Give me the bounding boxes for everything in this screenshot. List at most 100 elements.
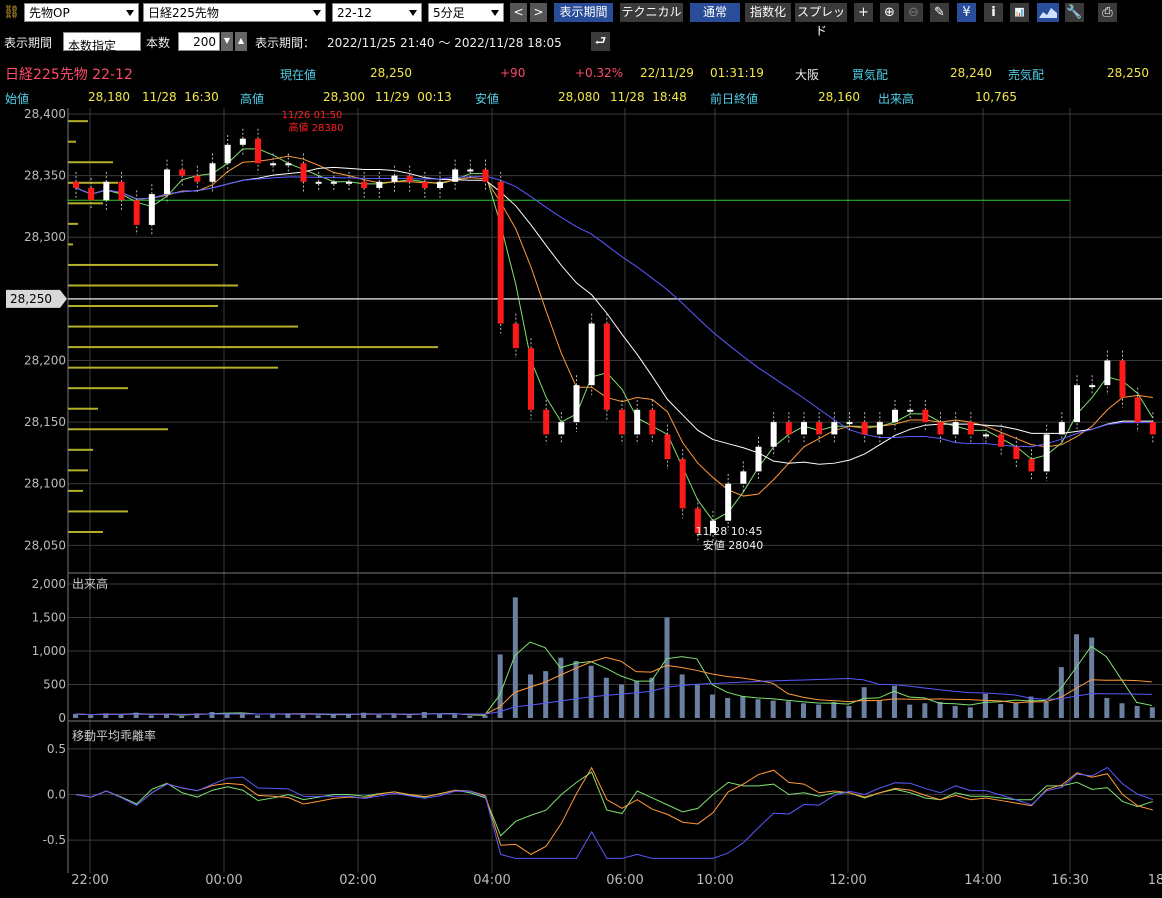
ma-line xyxy=(75,148,1154,522)
candle-body xyxy=(543,409,550,435)
spread-button[interactable]: スプレッド xyxy=(795,3,847,38)
volume-bars xyxy=(73,597,1155,718)
candle-body xyxy=(1013,446,1020,460)
profile-bar xyxy=(68,469,88,472)
my-indicator-icon[interactable]: 📊 xyxy=(1010,3,1029,22)
candle-body xyxy=(573,385,580,423)
interval-select[interactable]: 5分足 xyxy=(428,3,504,22)
time-tick-label: 04:00 xyxy=(473,873,510,888)
price-chart[interactable]: 28,400 28,350 28,300 28,200 28,150 28,100 28,0… xyxy=(0,108,1162,898)
volume-ma-line xyxy=(74,678,1152,716)
candle-body xyxy=(376,181,383,188)
volume-label: 出来高 xyxy=(878,92,915,106)
ask-label: 売気配 xyxy=(1008,68,1045,82)
link-icon[interactable]: ⛓ xyxy=(2,3,21,22)
volume-bar xyxy=(270,713,276,718)
info-icon[interactable]: i xyxy=(984,3,1003,22)
volume-bar xyxy=(816,704,822,718)
profile-bar xyxy=(68,448,93,451)
contract-select-value: 22-12 xyxy=(337,6,372,20)
index-button[interactable]: 指数化 xyxy=(745,3,791,22)
candle-body xyxy=(239,138,246,145)
candle-body xyxy=(740,471,747,484)
volume-bar xyxy=(725,697,731,718)
candle-body xyxy=(785,422,792,435)
period-row: 表示期間 本数指定 本数 200 ▼ ▲ 表示期間： 2022/11/25 21… xyxy=(0,30,1162,54)
technical-button[interactable]: テクニカル xyxy=(620,3,683,22)
period-label: 表示期間 xyxy=(4,36,53,50)
time-tick-label: 18 xyxy=(1148,873,1162,888)
volume-bar xyxy=(983,693,988,718)
moving-averages xyxy=(75,148,1154,522)
contract-select[interactable]: 22-12 xyxy=(332,3,422,22)
volume-bar xyxy=(315,715,321,718)
volume-bar xyxy=(649,677,655,718)
volume-bar xyxy=(876,700,882,718)
next-button[interactable]: > xyxy=(530,3,547,22)
profile-bar xyxy=(68,366,278,369)
volume-bar xyxy=(528,674,533,718)
period-range: 2022/11/25 21:40 〜 2022/11/28 18:05 xyxy=(327,36,562,50)
count-input[interactable]: 200 xyxy=(178,32,220,51)
low-time: 11/28 18:48 xyxy=(610,90,687,104)
volume-bar xyxy=(421,711,427,718)
price-tick-label: 28,200 xyxy=(24,353,66,367)
pencil-icon[interactable]: ✎ xyxy=(930,3,949,22)
volume-bar xyxy=(664,617,670,718)
settings-wrench-icon[interactable]: 🔧 xyxy=(1065,3,1084,22)
price-tick-label: 28,050 xyxy=(24,538,66,552)
open-label: 始値 xyxy=(5,92,30,106)
mode-select[interactable]: 本数指定 xyxy=(63,32,141,53)
count-up-icon[interactable]: ▲ xyxy=(235,32,247,51)
zoom-in-icon[interactable]: ⊕ xyxy=(880,3,899,22)
mode-select-value: 本数指定 xyxy=(68,39,117,53)
normal-button[interactable]: 通常 xyxy=(690,3,740,22)
candle-body xyxy=(861,422,868,435)
profile-bar xyxy=(68,407,98,410)
candle-body xyxy=(133,200,140,225)
reset-icon[interactable]: ⮐ xyxy=(591,32,610,51)
prev-button[interactable]: < xyxy=(510,3,527,22)
volume-bar xyxy=(437,713,442,718)
profile-bar xyxy=(68,284,238,287)
candle-body xyxy=(391,175,398,182)
candle-body xyxy=(816,422,823,435)
crosshair-icon[interactable]: + xyxy=(854,3,873,22)
change-pct: +0.32% xyxy=(575,66,624,80)
candle-body xyxy=(1074,385,1080,423)
volume-bar xyxy=(1104,697,1110,718)
time-tick-label: 16:30 xyxy=(1051,873,1088,888)
volume-bar xyxy=(118,714,124,718)
candle-body xyxy=(922,409,929,423)
profile-bar xyxy=(68,489,83,492)
market-select[interactable]: 先物OP xyxy=(24,3,139,22)
print-icon[interactable]: ⎙ xyxy=(1098,3,1117,22)
candle-body xyxy=(118,181,125,201)
yen-icon[interactable]: ¥ xyxy=(957,3,976,22)
profile-bar xyxy=(68,222,78,225)
time-tick-label: 06:00 xyxy=(606,873,643,888)
candle-body xyxy=(315,181,322,184)
quote-time: 01:31:19 xyxy=(710,66,764,80)
zoom-out-icon[interactable]: ⊖ xyxy=(904,3,923,22)
volume-bar xyxy=(209,711,215,718)
mountain-chart-icon[interactable] xyxy=(1037,3,1059,22)
candle-body xyxy=(452,169,459,182)
period-button[interactable]: 表示期間 xyxy=(554,3,613,22)
current-price-tag-label: 28,250 xyxy=(10,292,52,306)
candle-body xyxy=(952,422,959,435)
candle-body xyxy=(876,422,883,435)
volume-bar xyxy=(300,714,306,718)
count-down-icon[interactable]: ▼ xyxy=(221,32,233,51)
price-tick-label: 28,150 xyxy=(24,415,66,429)
bid-label: 買気配 xyxy=(852,68,889,82)
ask-value: 28,250 xyxy=(1107,66,1149,80)
volume-tick-label: 500 xyxy=(43,678,66,692)
candle-body xyxy=(300,163,307,182)
candle-body xyxy=(497,181,504,324)
candle-body xyxy=(619,409,625,435)
symbol-select[interactable]: 日経225先物 xyxy=(143,3,326,22)
volume-bar xyxy=(710,694,715,718)
candle-body xyxy=(770,422,777,447)
volume-bar xyxy=(255,715,260,718)
